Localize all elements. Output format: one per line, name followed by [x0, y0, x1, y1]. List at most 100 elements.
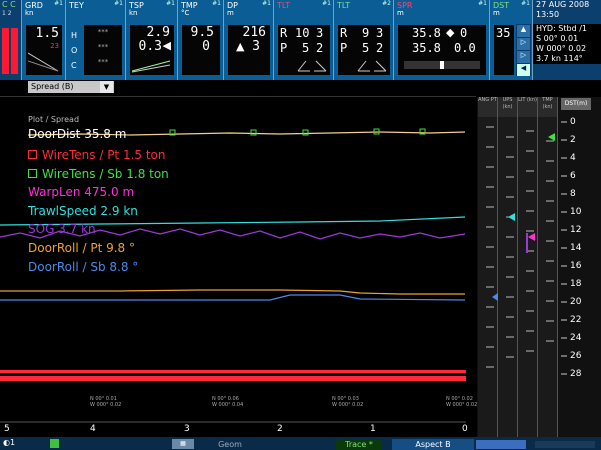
dp-value-1: 216 — [242, 25, 266, 40]
arrow-right-icon[interactable]: ▷ — [517, 38, 530, 50]
channel-corner[interactable]: C C 1 2 — [0, 0, 22, 80]
tey-channel: #1 — [114, 0, 123, 7]
spread-value-1: 35.8 — [412, 26, 441, 40]
tmp-cell[interactable]: TMP #1 °C 9.5 0 — [178, 0, 224, 80]
legend-sog: SOG 3.7 kn — [28, 222, 96, 236]
alarm-bar — [2, 28, 9, 74]
dst-scale-label: 6 — [570, 171, 576, 181]
position-note: N 00° 0.02 W 000° 0.02 — [446, 396, 477, 408]
tsp-display: 2.9 0.3 ◀ — [130, 25, 174, 75]
green-indicator[interactable] — [50, 439, 59, 448]
spread-marker — [440, 61, 444, 69]
dp-display: 216 ▲ 3 — [228, 25, 270, 75]
tilt-2-r2: 3 — [376, 26, 384, 40]
hyd-s: S 00° 0.01 — [533, 34, 601, 44]
legend-wiretens-sb-label: WireTens / Sb 1.8 ton — [42, 167, 169, 181]
dst-scroll[interactable]: ▲ ▷ ▷ ◀ — [516, 24, 531, 76]
left-arrow-icon: ◀ — [162, 39, 171, 52]
dst-scale-label: 8 — [570, 189, 576, 199]
marker-square — [250, 129, 257, 136]
tmp-display: 9.5 0 — [182, 25, 220, 75]
hyd-speed: 3.7 kn 114° — [533, 54, 601, 64]
arrow-left-icon[interactable]: ◀ — [517, 64, 530, 76]
grd-cell[interactable]: GRD #1 kn 1.5 23 — [22, 0, 66, 80]
grid-icon[interactable]: ▦ — [172, 439, 194, 449]
dp-unit: m — [227, 9, 234, 17]
blue-tab[interactable] — [476, 440, 526, 449]
bottom-status[interactable]: ◐1 — [3, 438, 15, 447]
column-header: UPS (kn) — [498, 97, 517, 117]
dst-scale-header[interactable]: DST(m) — [561, 98, 591, 110]
wiretens-pt-bar — [0, 376, 466, 381]
tey-display: *** *** *** — [84, 25, 122, 75]
corner-digits: 1 2 — [2, 10, 12, 17]
tilt-1-p2: 2 — [316, 41, 324, 55]
hyd-w: W 000° 0.02 — [533, 44, 601, 54]
dp-cell[interactable]: DP #1 m 216 ▲ 3 — [224, 0, 274, 80]
time-tick-label: 5 — [4, 424, 10, 434]
checkbox-icon[interactable] — [28, 169, 37, 178]
legend-wiretens-sb: WireTens / Sb 1.8 ton — [28, 167, 169, 181]
grd-display: 1.5 23 — [26, 25, 62, 75]
dst-scale-label: 10 — [570, 207, 582, 217]
dst-scale-label: 16 — [570, 261, 582, 271]
legend-warplen: WarpLen 475.0 m — [28, 185, 135, 199]
tab-aspect[interactable]: Aspect B — [392, 439, 474, 450]
dst-scale-ticks — [561, 121, 567, 375]
tilt-2-cell[interactable]: TLT #2 R P 9 3 5 2 — [334, 0, 394, 80]
arrow-right-icon[interactable]: ▷ — [517, 51, 530, 63]
dst-cell[interactable]: DST #1 m 35 ▲ ▷ ▷ ◀ — [490, 0, 533, 80]
tey-dots: *** — [97, 28, 109, 36]
spread-cell[interactable]: SPR #1 m 35.8 ◆ 0 35.8 0.0 — [394, 0, 490, 80]
tilt-1-title: TLT — [277, 1, 291, 10]
spread-unit: m — [397, 9, 404, 17]
tilt-2-r-label: R — [340, 26, 348, 40]
grd-graph-icon — [28, 52, 59, 72]
legend-header: Plot / Spread — [28, 115, 80, 124]
spread-bar — [404, 61, 480, 69]
wiretens-marker — [548, 133, 555, 141]
tilt-2-display: R P 9 3 5 2 — [338, 25, 390, 75]
spread-value-3: 35.8 — [412, 41, 441, 55]
time-tick-label: 2 — [277, 424, 283, 434]
column-ticks — [486, 126, 555, 368]
tsp-value-1: 2.9 — [146, 25, 170, 40]
door-tilt-icon — [357, 60, 387, 72]
tsp-value-2: 0.3 — [138, 39, 162, 54]
tey-dots: *** — [97, 58, 109, 66]
tey-letters: H O C — [71, 28, 77, 73]
dst-channel: #1 — [521, 0, 530, 7]
tsp-channel: #1 — [166, 0, 175, 7]
column-header: LIT (kn) — [518, 97, 537, 117]
dst-scale-label: 14 — [570, 243, 582, 253]
position-note-w: W 000° 0.02 — [90, 402, 122, 408]
dst-scale-label: 12 — [570, 225, 582, 235]
tilt-1-r2: 3 — [316, 26, 324, 40]
status-panel: 27 AUG 2008 13:50 HYD: Stbd /1 S 00° 0.0… — [533, 0, 601, 80]
tsp-cell[interactable]: TSP #1 kn 2.9 0.3 ◀ — [126, 0, 178, 80]
tilt-2-channel: #2 — [382, 0, 391, 7]
doorroll-sb-trace — [0, 294, 466, 301]
tmp-value-2: 0 — [202, 39, 210, 54]
grd-value: 1.5 — [35, 26, 59, 41]
tab-trace[interactable]: Trace * — [336, 439, 382, 450]
corner-letters: C C — [2, 0, 16, 9]
wiretens-pt-bar — [0, 370, 466, 373]
position-note: N 00° 0.06 W 000° 0.04 — [212, 396, 243, 408]
position-note-w: W 000° 0.04 — [212, 402, 244, 408]
timestamp-box — [535, 441, 595, 448]
tey-cell[interactable]: TEY #1 H O C *** *** *** — [66, 0, 126, 80]
grd-unit: kn — [25, 9, 34, 17]
tab-geom[interactable]: Geom — [200, 439, 260, 450]
arrow-up-icon[interactable]: ▲ — [517, 25, 530, 37]
column-header: TMP (kn) — [538, 97, 557, 117]
time-text: 13:50 — [536, 10, 560, 19]
checkbox-icon[interactable] — [28, 150, 37, 159]
dst-scale-label: 20 — [570, 297, 582, 307]
dst-unit: m — [493, 9, 500, 17]
column-header: ANG PT — [478, 97, 497, 117]
dp-value-2: 3 — [252, 39, 260, 54]
doorroll-pt-trace — [0, 289, 465, 295]
chevron-down-icon[interactable]: ▼ — [100, 81, 113, 93]
tilt-1-cell[interactable]: TLT #1 R P 10 3 5 2 — [274, 0, 334, 80]
